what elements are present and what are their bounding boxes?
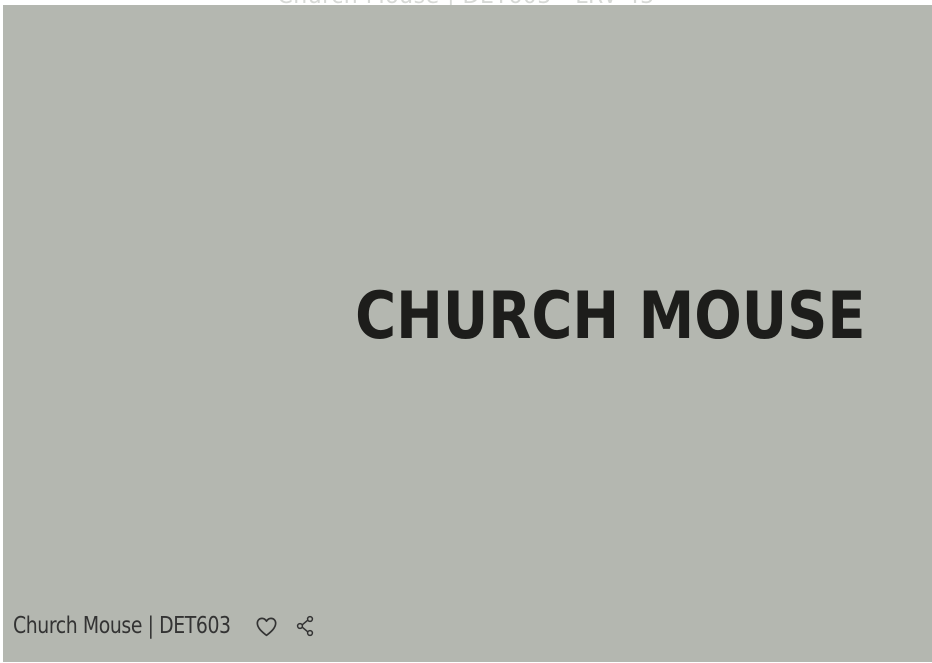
swatch-caption: Church Mouse | DET603 [13, 612, 320, 640]
share-icon [294, 614, 318, 638]
swatch-title: CHURCH MOUSE [355, 279, 866, 354]
share-button[interactable] [292, 612, 320, 640]
heart-icon [254, 614, 279, 639]
color-swatch: CHURCH MOUSE [3, 5, 932, 662]
color-swatch-page: Church Mouse | DET603 - LRV 43 CHURCH MO… [0, 0, 932, 663]
favorite-button[interactable] [252, 612, 280, 640]
swatch-caption-label: Church Mouse | DET603 [13, 612, 231, 639]
